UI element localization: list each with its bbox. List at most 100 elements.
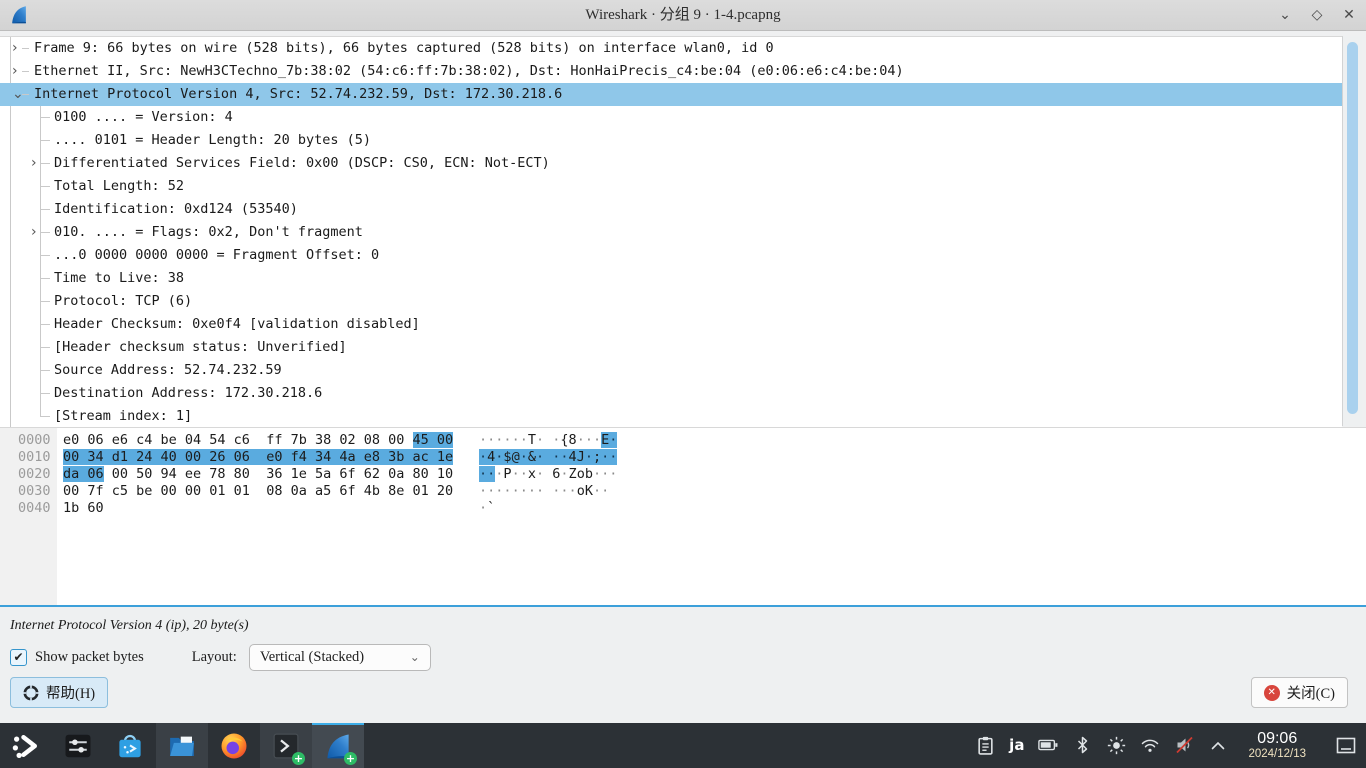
tree-guide-tick — [41, 140, 50, 141]
wifi-icon[interactable] — [1140, 735, 1160, 755]
tree-row[interactable]: .... 0101 = Header Length: 20 bytes (5) — [0, 129, 1342, 152]
tree-row[interactable]: Protocol: TCP (6) — [0, 290, 1342, 313]
tree-row[interactable]: ›Ethernet II, Src: NewH3CTechno_7b:38:02… — [0, 60, 1342, 83]
tree-guide-tick — [41, 278, 50, 279]
tree-row[interactable]: ›Frame 9: 66 bytes on wire (528 bits), 6… — [0, 37, 1342, 60]
hex-row[interactable]: 0020 da 06 00 50 94 ee 78 80 36 1e 5a 6f … — [0, 466, 1366, 483]
tree-row[interactable]: Total Length: 52 — [0, 175, 1342, 198]
tree-row[interactable]: [Stream index: 1] — [0, 405, 1342, 427]
hex-bytes[interactable]: e0 06 e6 c4 be 04 54 c6 ff 7b 38 02 08 0… — [63, 432, 465, 449]
volume-muted-icon[interactable] — [1174, 735, 1194, 755]
tree-row-label: Protocol: TCP (6) — [54, 290, 192, 313]
tree-row[interactable]: Header Checksum: 0xe0f4 [validation disa… — [0, 313, 1342, 336]
screen: Wireshark · 分组 9 · 1-4.pcapng ⌄ ◇ ✕ ›Fra… — [0, 0, 1366, 768]
tree-row-label: Header Checksum: 0xe0f4 [validation disa… — [54, 313, 420, 336]
tree-guide-tick — [41, 232, 50, 233]
battery-icon[interactable] — [1038, 735, 1058, 755]
digital-clock[interactable]: 09:06 2024/12/13 — [1248, 731, 1306, 760]
ascii-bytes[interactable]: ···P··x· 6·Zob··· — [479, 466, 617, 483]
hex-bytes[interactable]: 00 34 d1 24 40 00 26 06 e0 f4 34 4a e8 3… — [63, 449, 465, 466]
tree-row-label: Differentiated Services Field: 0x00 (DSC… — [54, 152, 550, 175]
tree-row[interactable]: Destination Address: 172.30.218.6 — [0, 382, 1342, 405]
hex-offset: 0020 — [0, 466, 57, 483]
tree-row[interactable]: › Differentiated Services Field: 0x00 (DS… — [0, 152, 1342, 175]
system-settings-icon — [63, 731, 93, 761]
show-packet-bytes-checkbox[interactable]: ✔ — [10, 649, 27, 666]
taskbar-item-discover[interactable] — [104, 723, 156, 768]
layout-dropdown[interactable]: Vertical (Stacked) ⌄ — [249, 644, 431, 671]
input-method-indicator[interactable]: ja — [1009, 736, 1024, 754]
clipboard-icon[interactable] — [975, 735, 995, 755]
checkmark-icon: ✔ — [13, 651, 23, 663]
chevron-right-icon[interactable]: › — [12, 37, 18, 60]
tree-row[interactable]: Time to Live: 38 — [0, 267, 1342, 290]
chevron-right-icon[interactable]: › — [31, 152, 37, 175]
taskbar-item-wireshark[interactable]: + — [312, 723, 364, 768]
folder-icon — [167, 731, 197, 761]
hex-bytes[interactable]: da 06 00 50 94 ee 78 80 36 1e 5a 6f 62 0… — [63, 466, 465, 483]
hex-bytes[interactable]: 00 7f c5 be 00 00 01 01 08 0a a5 6f 4b 8… — [63, 483, 465, 500]
ascii-bytes[interactable]: ·4·$@·&· ··4J·;·· — [479, 449, 617, 466]
tree-row-label: Internet Protocol Version 4, Src: 52.74.… — [34, 83, 562, 106]
taskbar: + + ja — [0, 723, 1366, 768]
chevron-right-icon[interactable]: › — [31, 221, 37, 244]
selected-field-hint: Internet Protocol Version 4 (ip), 20 byt… — [10, 618, 249, 634]
tree-row[interactable]: ...0 0000 0000 0000 = Fragment Offset: 0 — [0, 244, 1342, 267]
tree-row[interactable]: Identification: 0xd124 (53540) — [0, 198, 1342, 221]
close-window-button[interactable]: ✕ — [1338, 7, 1360, 23]
hex-offset: 0030 — [0, 483, 57, 500]
taskbar-item-system-settings[interactable] — [52, 723, 104, 768]
ascii-bytes[interactable]: ·` — [479, 500, 495, 517]
window-title: Wireshark · 分组 9 · 1-4.pcapng — [0, 0, 1366, 30]
brightness-icon[interactable] — [1106, 735, 1126, 755]
ascii-bytes[interactable]: ······T· ·{8···E· — [479, 432, 617, 449]
tree-row[interactable]: ›010. .... = Flags: 0x2, Don't fragment — [0, 221, 1342, 244]
firefox-icon — [219, 731, 249, 761]
help-buoy-icon — [23, 685, 39, 701]
hex-row[interactable]: 0000 e0 06 e6 c4 be 04 54 c6 ff 7b 38 02 … — [0, 432, 1366, 449]
help-button[interactable]: 帮助(H) — [10, 677, 108, 708]
tree-guide-tick — [41, 209, 50, 210]
close-button-label: 关闭(C) — [1287, 682, 1335, 703]
tree-scrollbar-thumb[interactable] — [1347, 42, 1358, 414]
tray-expand-icon[interactable] — [1208, 735, 1228, 755]
new-instance-badge: + — [292, 752, 305, 765]
tree-row[interactable]: [Header checksum status: Unverified] — [0, 336, 1342, 359]
tree-guide-tick — [22, 71, 29, 72]
taskbar-item-firefox[interactable] — [208, 723, 260, 768]
clock-time: 09:06 — [1257, 731, 1297, 748]
hex-bytes[interactable]: 1b 60 — [63, 500, 465, 517]
wireshark-packet-dialog: Wireshark · 分组 9 · 1-4.pcapng ⌄ ◇ ✕ ›Fra… — [0, 0, 1366, 724]
system-tray: ja — [975, 731, 1366, 760]
show-desktop-icon[interactable] — [1336, 735, 1356, 755]
hex-row[interactable]: 0030 00 7f c5 be 00 00 01 01 08 0a a5 6f … — [0, 483, 1366, 500]
app-launcher-icon — [11, 731, 41, 761]
packet-bytes-pane[interactable]: 0000 e0 06 e6 c4 be 04 54 c6 ff 7b 38 02 … — [0, 427, 1366, 607]
minimize-button[interactable]: ⌄ — [1274, 7, 1296, 23]
bluetooth-icon[interactable] — [1072, 735, 1092, 755]
tree-guide-tick — [41, 117, 50, 118]
hex-row[interactable]: 0040 1b 60 ·` — [0, 500, 1366, 517]
tree-row[interactable]: ⌄ Internet Protocol Version 4, Src: 52.74… — [0, 83, 1342, 106]
hex-offset: 0000 — [0, 432, 57, 449]
tree-row[interactable]: 0100 .... = Version: 4 — [0, 106, 1342, 129]
ascii-bytes[interactable]: ········ ···oK·· — [479, 483, 617, 500]
taskbar-item-terminal[interactable]: + — [260, 723, 312, 768]
tree-row-label: ...0 0000 0000 0000 = Fragment Offset: 0 — [54, 244, 379, 267]
tree-guide-tick — [41, 324, 50, 325]
tree-guide-tick — [41, 393, 50, 394]
tree-guide-tick — [41, 347, 50, 348]
tree-row-label: Identification: 0xd124 (53540) — [54, 198, 298, 221]
hex-offset: 0040 — [0, 500, 57, 517]
tree-row[interactable]: Source Address: 52.74.232.59 — [0, 359, 1342, 382]
hex-row[interactable]: 001000 34 d1 24 40 00 26 06 e0 f4 34 4a … — [0, 449, 1366, 466]
taskbar-item-app-launcher[interactable] — [0, 723, 52, 768]
chevron-down-icon[interactable]: ⌄ — [12, 83, 24, 106]
dialog-footer: Internet Protocol Version 4 (ip), 20 byt… — [0, 609, 1366, 723]
tree-guide-tick — [41, 301, 50, 302]
chevron-right-icon[interactable]: › — [12, 60, 18, 83]
tree-scrollbar[interactable] — [1342, 36, 1362, 426]
close-dialog-button[interactable]: ✕ 关闭(C) — [1251, 677, 1348, 708]
maximize-button[interactable]: ◇ — [1306, 7, 1328, 23]
taskbar-item-file-manager[interactable] — [156, 723, 208, 768]
